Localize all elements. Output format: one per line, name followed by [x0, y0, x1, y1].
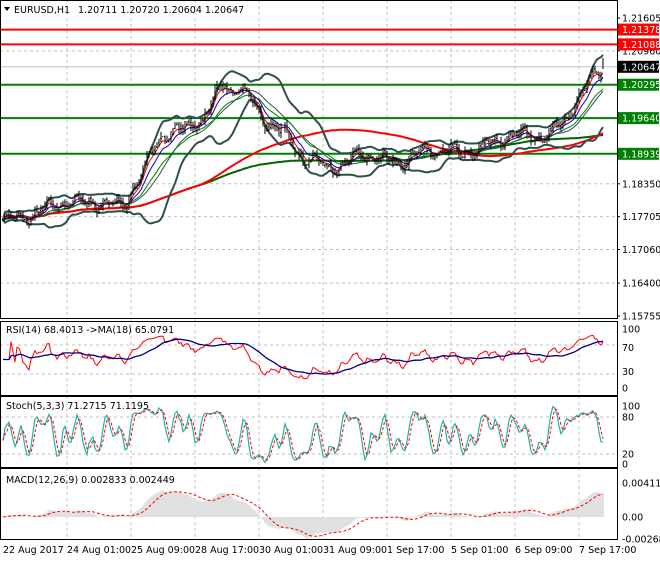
dropdown-triangle-icon[interactable]	[4, 7, 10, 11]
indicator-tick-label: 70	[622, 343, 634, 354]
time-axis-label: 22 Aug 2017	[3, 545, 64, 556]
grid-lines	[0, 0, 617, 540]
price-tick-label: 1.17060	[622, 245, 660, 256]
indicator-tick-label: 0	[622, 384, 628, 395]
current-price-label: 1.20647	[622, 62, 660, 73]
time-axis-label: 31 Aug 09:00	[323, 545, 387, 556]
price-tick-label: 1.16400	[622, 279, 660, 290]
indicator-tick-label: 30	[622, 367, 634, 378]
price-tick-label: 1.17705	[622, 212, 660, 223]
price-tick-label: 1.18350	[622, 179, 660, 190]
level-price-label: 1.20295	[622, 80, 660, 91]
level-price-label: 1.21378	[622, 25, 660, 36]
time-axis-label: 25 Aug 09:00	[131, 545, 195, 556]
indicator-tick-label: 100	[622, 325, 640, 336]
price-pane[interactable]	[0, 28, 617, 229]
time-axis-label: 5 Sep 01:00	[451, 545, 508, 556]
time-axis-label: 24 Aug 01:00	[67, 545, 131, 556]
ohlc-label: 1.20711 1.20720 1.20604 1.20647	[78, 5, 244, 16]
macd-pane[interactable]	[2, 490, 604, 538]
symbol-label: EURUSD,H1	[14, 5, 70, 16]
price-tick-label: 1.15755	[622, 311, 660, 322]
level-price-label: 1.19640	[622, 114, 660, 125]
rsi-ma-line	[3, 338, 604, 375]
trading-chart[interactable]: 1.216051.209601.183501.177051.170601.164…	[0, 0, 660, 560]
chart-header: EURUSD,H1 1.20711 1.20720 1.20604 1.2064…	[4, 5, 244, 16]
rsi-title: RSI(14) 68.4013 ->MA(18) 65.0791	[6, 325, 174, 336]
time-axis-label: 28 Aug 17:00	[195, 545, 259, 556]
time-axis-label: 30 Aug 01:00	[259, 545, 323, 556]
indicator-tick-label: 0.00	[622, 513, 643, 524]
ema-10-line	[2, 77, 604, 221]
indicator-tick-label: 80	[622, 413, 634, 424]
level-price-label: 1.18939	[622, 149, 660, 160]
indicator-tick-label: 0	[622, 460, 628, 471]
price-tick-label: 1.21605	[622, 14, 660, 25]
indicator-tick-label: 100	[622, 402, 640, 413]
indicator-tick-label: 0.004113	[622, 479, 660, 490]
level-price-label: 1.21088	[622, 40, 660, 51]
time-axis-label: 1 Sep 17:00	[387, 545, 444, 556]
rsi-pane[interactable]	[3, 334, 604, 380]
pane-frames	[0, 0, 618, 540]
stoch-title: Stoch(5,3,3) 71.2715 71.1195	[6, 401, 149, 412]
macd-title: MACD(12,26,9) 0.002833 0.002449	[6, 475, 175, 486]
time-axis-label: 7 Sep 17:00	[579, 545, 636, 556]
time-axis-label: 6 Sep 09:00	[515, 545, 572, 556]
